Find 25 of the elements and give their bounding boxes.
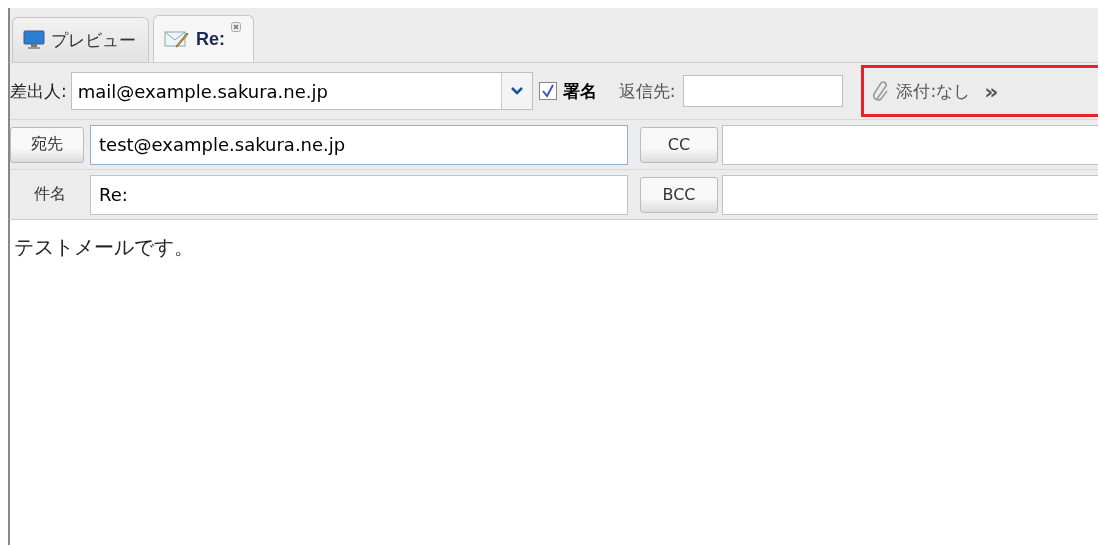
from-dropdown[interactable]: mail@example.sakura.ne.jp: [70, 72, 533, 110]
monitor-icon: [23, 30, 45, 50]
reply-to-field[interactable]: [683, 75, 844, 107]
subject-label: 件名: [33, 184, 67, 205]
cc-field[interactable]: [722, 124, 1098, 165]
envelope-pencil-icon: [164, 29, 190, 49]
bcc-field[interactable]: [722, 174, 1098, 215]
signature-checkbox[interactable]: [538, 82, 557, 100]
message-body[interactable]: テストメールです。: [8, 219, 1098, 545]
tab[interactable]: プレビュー: [12, 17, 149, 62]
message-text: テストメールです。: [14, 234, 194, 261]
chevron-down-icon: [510, 87, 523, 95]
from-label: 差出人:: [10, 79, 67, 103]
close-icon[interactable]: [231, 22, 241, 32]
expand-toggle[interactable]: »: [984, 78, 999, 104]
paperclip-icon: [872, 79, 891, 103]
subject-field[interactable]: Re:: [90, 174, 628, 215]
attachment-label[interactable]: 添付:なし: [896, 79, 971, 103]
cc-button[interactable]: CC: [640, 126, 718, 163]
bcc-button[interactable]: BCC: [640, 176, 718, 213]
to-field[interactable]: test@example.sakura.ne.jp: [90, 124, 628, 165]
reply-to-label: 返信先:: [618, 79, 676, 103]
signature-label: 署名: [562, 79, 597, 103]
tab[interactable]: Re:: [153, 15, 254, 62]
to-button[interactable]: 宛先: [10, 126, 84, 163]
